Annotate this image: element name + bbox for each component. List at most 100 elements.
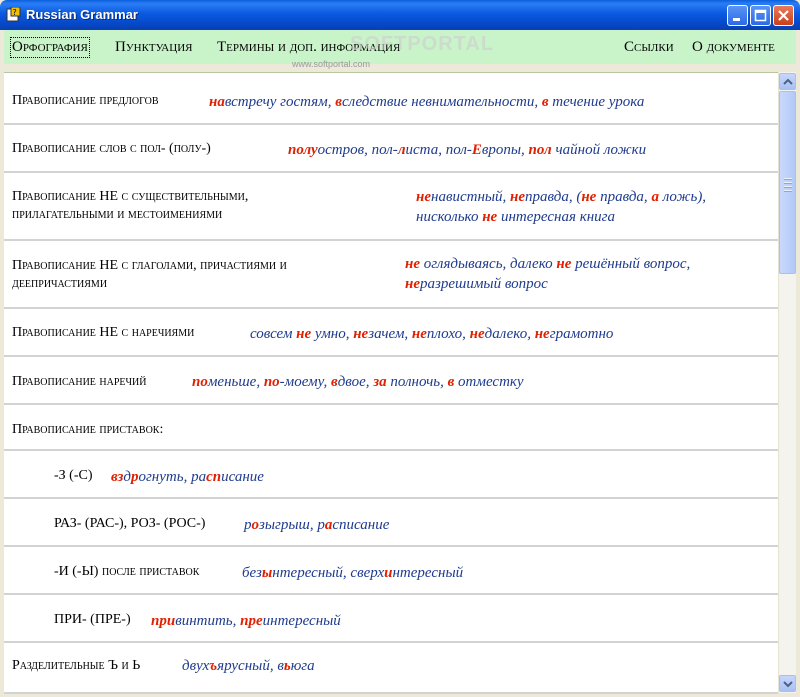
svg-text:?: ? — [13, 8, 17, 17]
highlighted-letters: не — [405, 276, 420, 292]
rule-row[interactable]: -И (-Ы) после приставок безынтересный, св… — [4, 547, 778, 595]
rules-list: Правописание предлогов навстречу гостям, … — [4, 72, 778, 694]
highlighted-letters: при — [151, 613, 176, 629]
rule-title: Правописание НЕ с наречиями — [12, 325, 195, 340]
window-title: Russian Grammar — [26, 7, 138, 22]
menu-about[interactable]: О документе — [692, 39, 775, 56]
highlighted-letters: ы — [261, 565, 273, 581]
highlighted-letters: на — [209, 94, 225, 110]
rule-title: Правописание наречий — [12, 374, 147, 389]
rule-row[interactable]: Правописание предлогов навстречу гостям, … — [4, 73, 778, 125]
maximize-icon — [754, 9, 767, 22]
rule-title: Правописание слов с пол- (полу-) — [12, 141, 211, 156]
highlighted-letters: не — [510, 189, 526, 205]
close-button[interactable] — [773, 5, 794, 26]
highlighted-letters: и — [384, 565, 393, 581]
highlighted-letters: не — [416, 189, 431, 205]
arrow-up-icon — [783, 78, 793, 85]
highlighted-letters: не — [405, 256, 420, 272]
rule-title: ПРИ- (ПРЕ-) — [54, 612, 131, 627]
rule-title: РАЗ- (РАС-), РОЗ- (РОС-) — [54, 516, 206, 531]
highlighted-letters: сп — [206, 469, 222, 485]
rule-title: Разделительные Ъ и Ь — [12, 658, 141, 673]
highlighted-letters: пре — [240, 613, 263, 629]
highlighted-letters: в — [447, 374, 455, 390]
rule-example: навстречу гостям, вследствие невниматель… — [209, 94, 645, 110]
watermark-brand: SOFTPORTAL — [350, 33, 495, 55]
rule-example: не оглядываясь, далеко не решённый вопро… — [405, 256, 691, 272]
highlighted-letters: не — [581, 189, 597, 205]
highlighted-letters: о — [251, 517, 260, 533]
rule-example: розыгрыш, расписание — [244, 517, 390, 533]
highlighted-letters: не — [556, 256, 572, 272]
rule-row[interactable]: ПРИ- (ПРЕ-) привинтить, преинтересный — [4, 595, 778, 643]
app-icon: ? — [6, 7, 21, 22]
minimize-icon — [733, 18, 740, 21]
rule-title: -И (-Ы) после приставок — [54, 564, 200, 579]
rule-example: безынтересный, сверхинтересный — [242, 565, 464, 581]
highlighted-letters: р — [130, 469, 139, 485]
rule-example: полуостров, пол-листа, пол-Европы, пол ч… — [288, 142, 647, 158]
highlighted-letters: не — [482, 209, 498, 225]
rule-title: Правописание НЕ с глаголами, причастиями… — [12, 258, 287, 273]
arrow-down-icon — [783, 681, 793, 688]
rule-row[interactable]: Разделительные Ъ и Ь двухъярусный, вьюга — [4, 643, 778, 694]
scroll-down-button[interactable] — [779, 675, 796, 692]
watermark-url: www.softportal.com — [292, 59, 371, 69]
rule-example: двухъярусный, вьюга — [182, 658, 315, 674]
scroll-up-button[interactable] — [779, 73, 796, 90]
highlighted-letters: в — [331, 374, 338, 390]
rule-row[interactable]: -З (-С) вздрогнуть, расписание — [4, 451, 778, 499]
highlighted-letters: не — [469, 326, 485, 342]
rule-row[interactable]: Правописание НЕ с существительными, прила… — [4, 173, 778, 241]
highlighted-letters: ъ — [209, 658, 218, 674]
rule-row[interactable]: Правописание приставок: — [4, 405, 778, 451]
highlighted-letters: а — [651, 189, 659, 205]
minimize-button[interactable] — [727, 5, 748, 26]
close-icon — [778, 10, 789, 21]
highlighted-letters: в — [541, 94, 549, 110]
rule-example: ненавистный, неправда, (не правда, а лож… — [416, 189, 707, 205]
rule-row[interactable]: Правописание слов с пол- (полу-) полуостр… — [4, 125, 778, 173]
highlighted-letters: не — [296, 326, 312, 342]
rule-example: привинтить, преинтересный — [151, 613, 341, 629]
menu-punctuation[interactable]: Пунктуация — [115, 39, 192, 56]
maximize-button[interactable] — [750, 5, 771, 26]
highlighted-letters: по — [263, 374, 280, 390]
rule-example: нисколько не интересная книга — [416, 209, 616, 225]
rule-title: прилагательными и местоимениями — [12, 207, 223, 222]
highlighted-letters: вз — [111, 469, 124, 485]
highlighted-letters: л — [397, 142, 406, 158]
rule-row[interactable]: Правописание наречий поменьше, по-моему, … — [4, 357, 778, 405]
rule-title: Правописание предлогов — [12, 93, 159, 108]
highlighted-letters: ь — [283, 658, 291, 674]
highlighted-letters: не — [353, 326, 369, 342]
menu-orthography[interactable]: Орфография — [10, 37, 90, 58]
rule-example: совсем не умно, незачем, неплохо, недале… — [250, 326, 614, 342]
rule-example: поменьше, по-моему, вдвое, за полночь, в… — [192, 374, 524, 390]
app-window: ? Russian Grammar Орфография Пунктуация … — [0, 0, 800, 697]
highlighted-letters: Е — [471, 142, 482, 158]
rule-title: -З (-С) — [54, 468, 93, 483]
highlighted-letters: пол — [528, 142, 552, 158]
vertical-scrollbar[interactable] — [778, 72, 796, 693]
rule-row[interactable]: Правописание НЕ с наречиями совсем не умн… — [4, 309, 778, 357]
scroll-thumb[interactable] — [779, 91, 796, 274]
highlighted-letters: а — [324, 517, 333, 533]
highlighted-letters: полу — [288, 142, 318, 158]
highlighted-letters: по — [192, 374, 208, 390]
rule-title: Правописание НЕ с существительными, — [12, 189, 249, 204]
rule-example: неразрешимый вопрос — [405, 276, 548, 292]
rule-example: вздрогнуть, расписание — [111, 469, 264, 485]
highlighted-letters: в — [335, 94, 342, 110]
rule-title: Правописание приставок: — [12, 422, 164, 437]
rule-row[interactable]: Правописание НЕ с глаголами, причастиями… — [4, 241, 778, 309]
title-bar[interactable]: ? Russian Grammar — [0, 0, 800, 30]
grip-icon — [784, 178, 792, 194]
highlighted-letters: не — [411, 326, 427, 342]
menu-links[interactable]: Ссылки — [624, 39, 674, 56]
rule-row[interactable]: РАЗ- (РАС-), РОЗ- (РОС-) розыгрыш, распис… — [4, 499, 778, 547]
highlighted-letters: за — [373, 374, 387, 390]
rule-title: деепричастиями — [12, 276, 108, 291]
highlighted-letters: не — [534, 326, 550, 342]
